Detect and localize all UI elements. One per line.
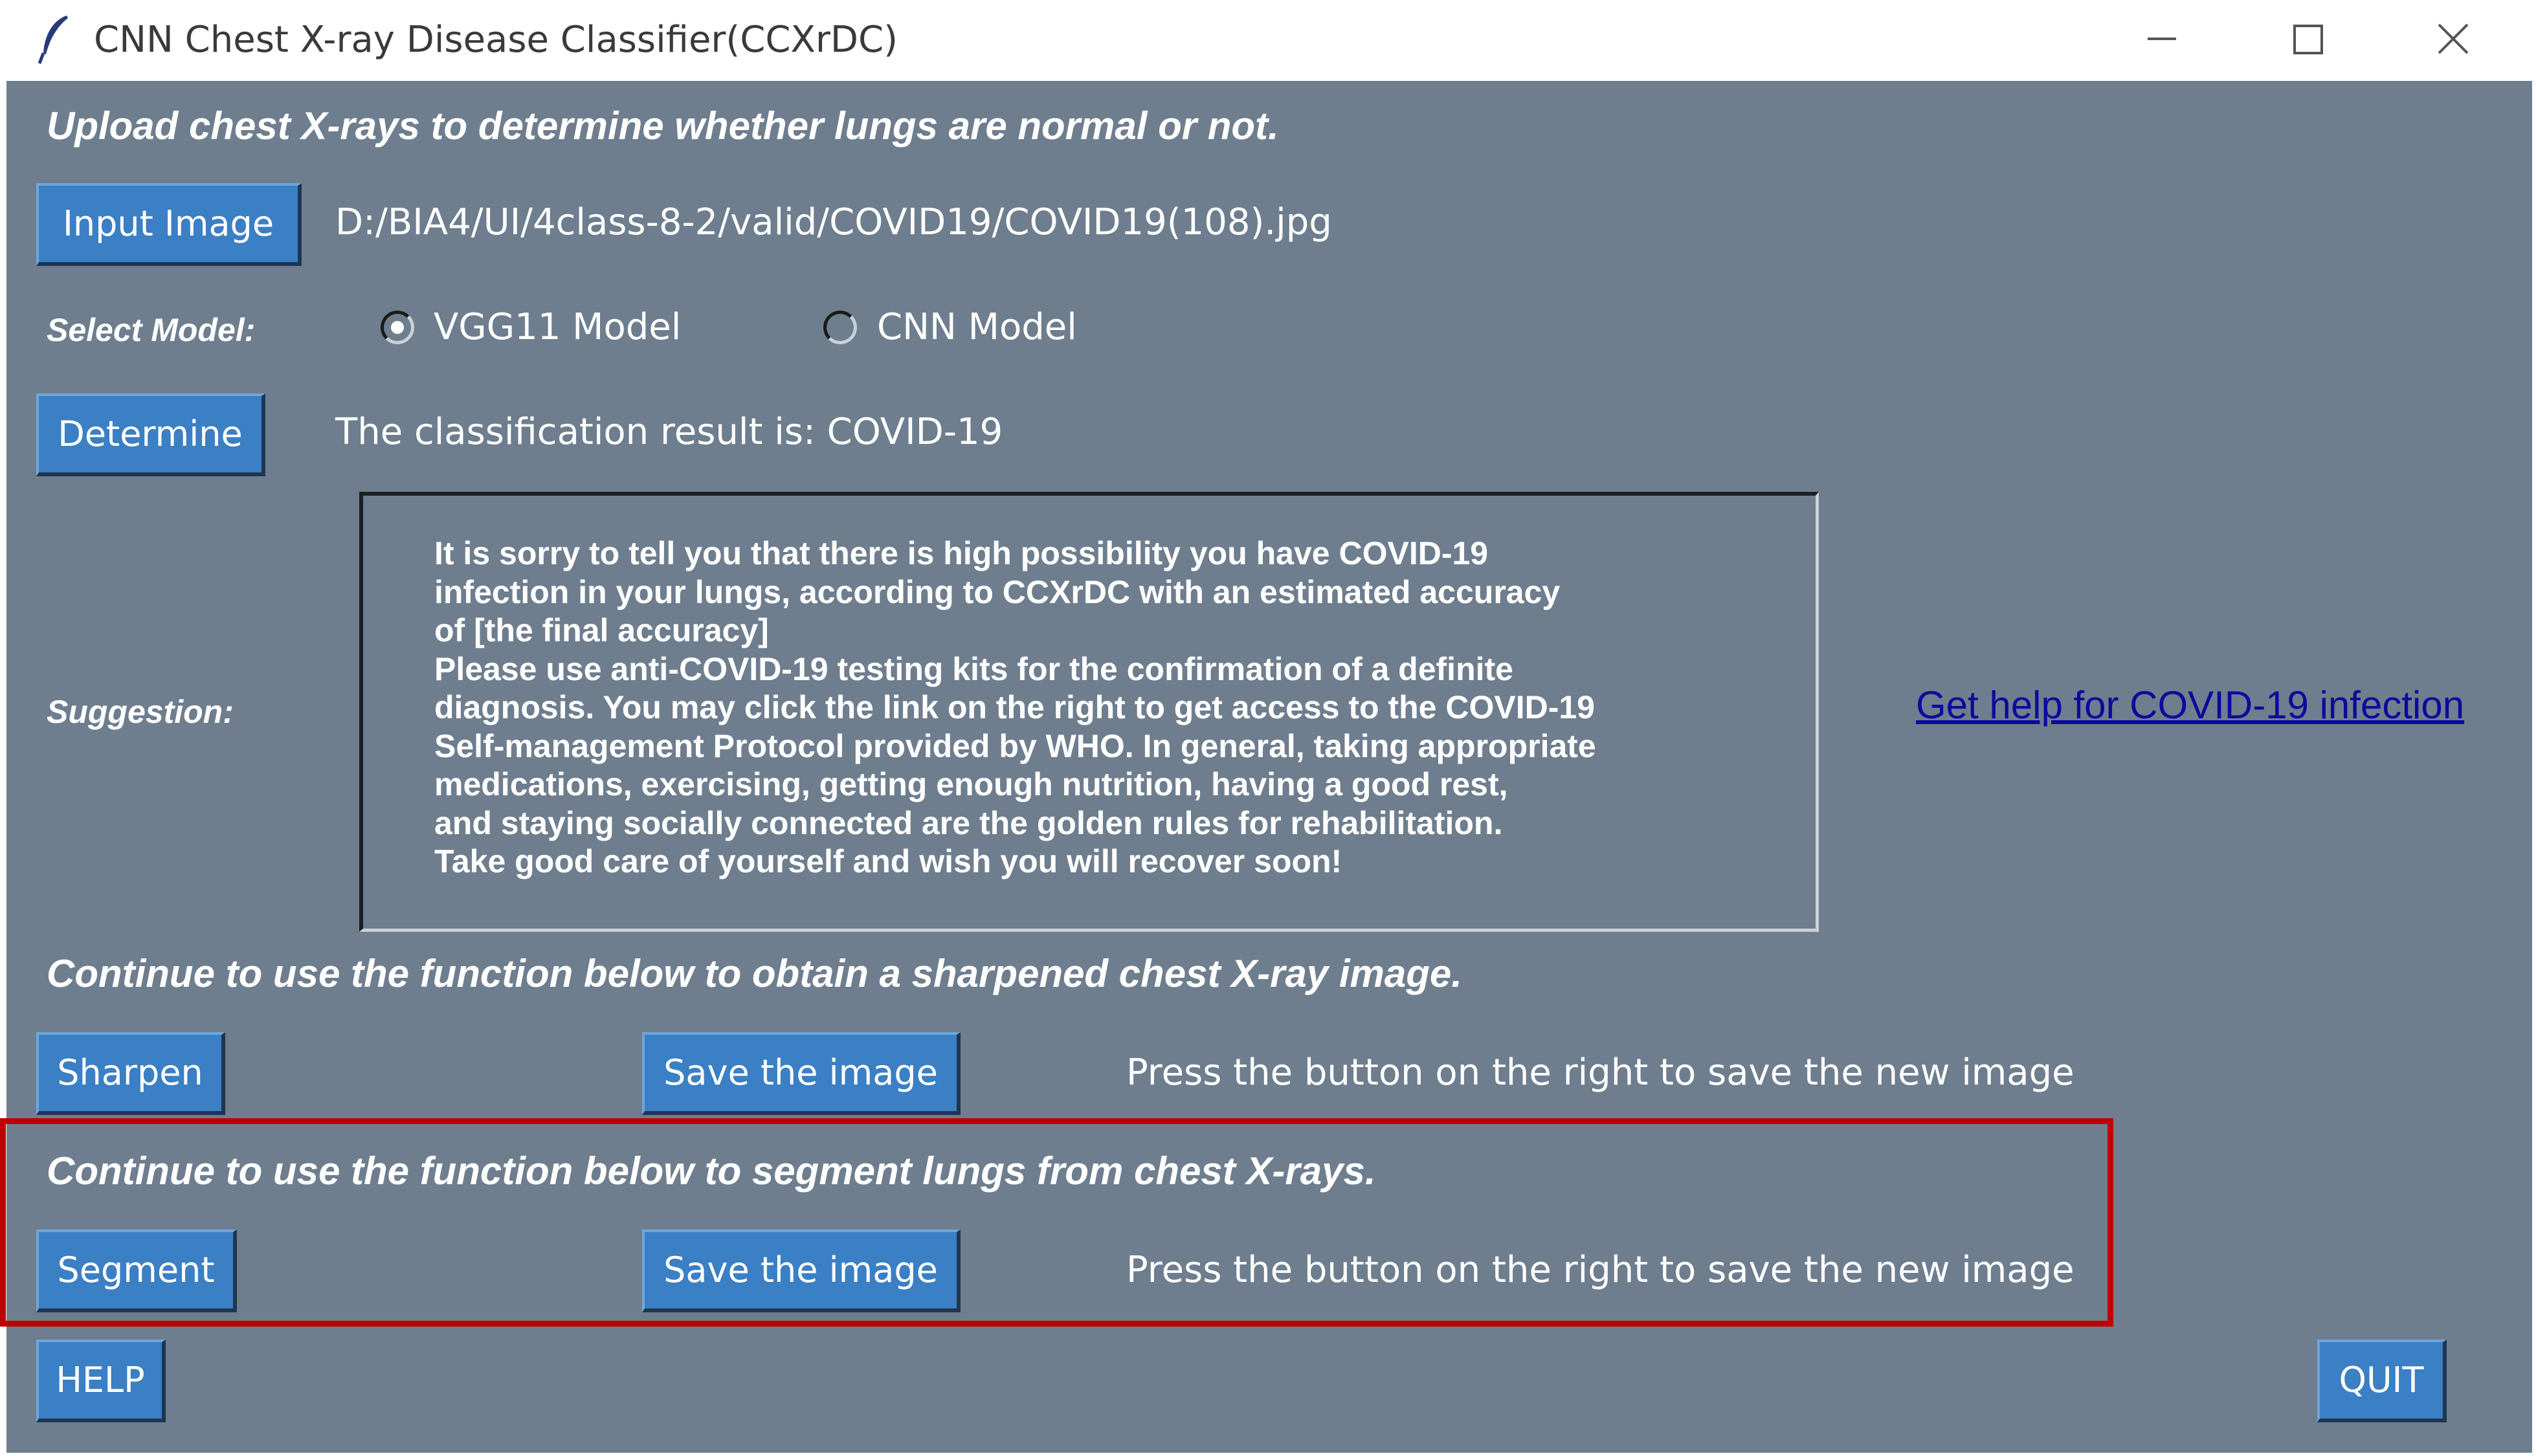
quit-button[interactable]: QUIT [2317,1340,2447,1422]
title-bar[interactable]: CNN Chest X-ray Disease Classifier(CCXrD… [0,0,2536,81]
file-path-label: D:/BIA4/UI/4class-8-2/valid/COVID19/COVI… [335,201,1332,243]
radio-selected-dot [391,321,404,334]
cnn-radio-label[interactable]: CNN Model [877,306,1077,349]
suggestion-label: Suggestion: [47,694,234,730]
help-button[interactable]: HELP [36,1340,166,1422]
vgg11-radio[interactable] [381,311,414,344]
close-icon [2438,23,2469,54]
input-image-button[interactable]: Input Image [36,183,302,266]
sharpen-save-hint: Press the button on the right to save th… [1126,1052,2074,1094]
segment-save-button[interactable]: Save the image [642,1230,961,1312]
sharpen-button[interactable]: Sharpen [36,1032,225,1115]
app-window: CNN Chest X-ray Disease Classifier(CCXrD… [0,0,2536,1456]
suggestion-text: It is sorry to tell you that there is hi… [434,535,1596,879]
select-model-label: Select Model: [47,312,256,348]
minimize-icon [2148,38,2176,40]
maximize-button[interactable] [2243,0,2372,78]
vgg11-radio-label[interactable]: VGG11 Model [434,306,681,349]
close-button[interactable] [2388,0,2518,78]
maximize-icon [2293,25,2323,54]
feather-icon [36,13,74,65]
segment-save-hint: Press the button on the right to save th… [1126,1249,2074,1291]
upload-heading: Upload chest X-rays to determine whether… [47,104,1279,148]
determine-button[interactable]: Determine [36,393,265,476]
suggestion-box: It is sorry to tell you that there is hi… [359,492,1819,932]
cnn-radio[interactable] [823,311,857,344]
main-panel: Upload chest X-rays to determine whether… [0,81,2532,1453]
sharpen-heading: Continue to use the function below to ob… [47,952,1462,995]
sharpen-save-button[interactable]: Save the image [642,1032,961,1115]
segment-button[interactable]: Segment [36,1230,237,1312]
covid-help-link[interactable]: Get help for COVID-19 infection [1916,683,2464,727]
classification-result: The classification result is: COVID-19 [335,411,1003,453]
segment-heading: Continue to use the function below to se… [47,1149,1376,1193]
minimize-button[interactable] [2097,0,2227,78]
window-title: CNN Chest X-ray Disease Classifier(CCXrD… [94,19,898,61]
